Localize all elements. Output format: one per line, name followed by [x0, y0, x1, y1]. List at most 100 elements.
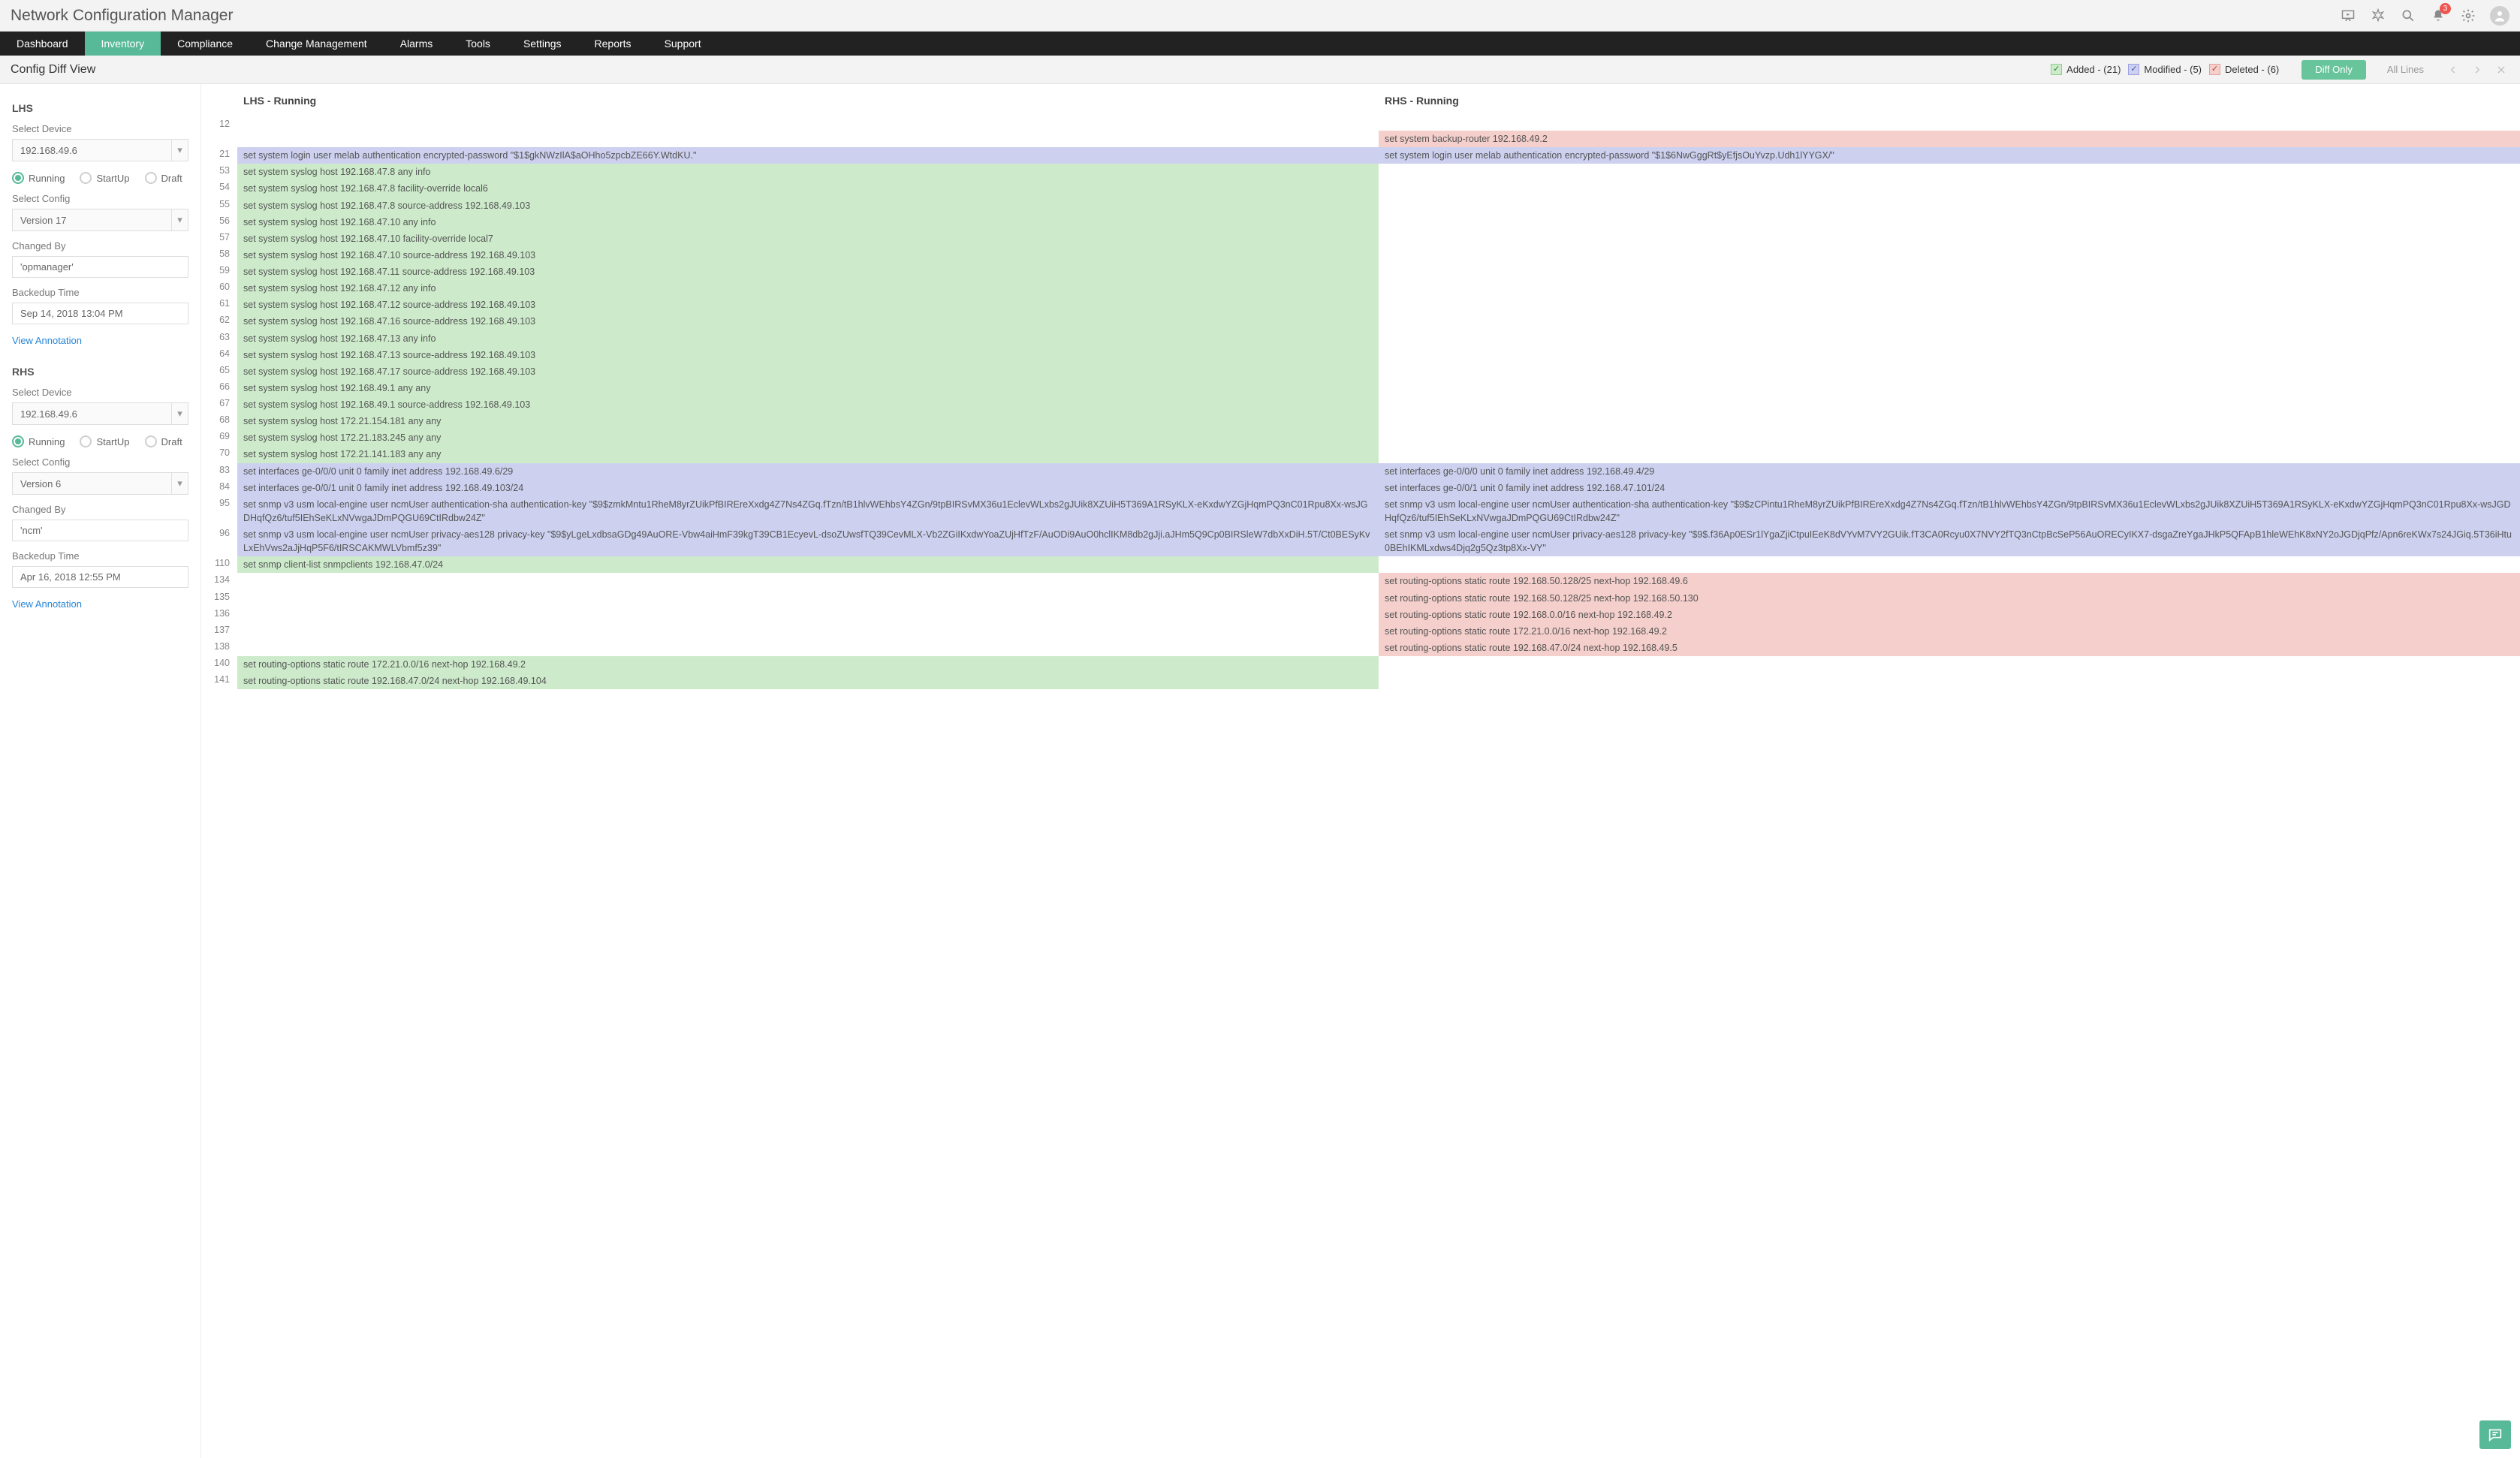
line-number: 66 — [201, 380, 237, 396]
rhs-cell — [1379, 673, 2520, 689]
nav-item-inventory[interactable]: Inventory — [85, 32, 161, 56]
rhs-cell — [1379, 180, 2520, 197]
diff-only-button[interactable]: Diff Only — [2301, 60, 2366, 80]
diff-panel: LHS - Running RHS - Running 12 set syste… — [201, 84, 2520, 1458]
presentation-icon[interactable] — [2340, 8, 2356, 24]
topbar-icons: 3 — [2340, 6, 2509, 26]
user-avatar[interactable] — [2490, 6, 2509, 26]
lhs-cell: set system syslog host 172.21.141.183 an… — [237, 446, 1379, 462]
diff-row: 69set system syslog host 172.21.183.245 … — [201, 429, 2520, 446]
close-icon[interactable] — [2493, 62, 2509, 78]
line-number: 61 — [201, 297, 237, 313]
lhs-cell: set system syslog host 192.168.47.12 any… — [237, 280, 1379, 297]
lhs-radio-running[interactable]: Running — [12, 172, 65, 184]
page-title: Config Diff View — [11, 63, 2051, 77]
rhs-title: RHS — [12, 366, 188, 378]
rhs-view-annotation-link[interactable]: View Annotation — [12, 598, 82, 610]
prev-diff-icon[interactable] — [2445, 62, 2461, 78]
lhs-cell: set interfaces ge-0/0/0 unit 0 family in… — [237, 463, 1379, 480]
rhs-cell — [1379, 164, 2520, 180]
line-number: 138 — [201, 640, 237, 656]
nav-item-compliance[interactable]: Compliance — [161, 32, 249, 56]
rhs-device-dropdown[interactable]: 192.168.49.6 ▾ — [12, 402, 188, 425]
rhs-config-dropdown[interactable]: Version 6 ▾ — [12, 472, 188, 495]
header-rhs: RHS - Running — [1379, 95, 2520, 107]
nav-item-change-management[interactable]: Change Management — [249, 32, 384, 56]
lhs-cell: set system syslog host 192.168.47.8 sour… — [237, 197, 1379, 214]
diff-row: 58set system syslog host 192.168.47.10 s… — [201, 247, 2520, 264]
rhs-backedup-label: Backedup Time — [12, 550, 188, 562]
rhs-cell — [1379, 280, 2520, 297]
quick-launch-icon[interactable] — [2370, 8, 2386, 24]
line-number: 65 — [201, 363, 237, 380]
all-lines-button[interactable]: All Lines — [2374, 60, 2437, 80]
topbar: Network Configuration Manager 3 — [0, 0, 2520, 32]
rhs-cell: set system login user melab authenticati… — [1379, 147, 2520, 164]
next-diff-icon[interactable] — [2469, 62, 2485, 78]
lhs-cell: set system syslog host 192.168.47.12 sou… — [237, 297, 1379, 313]
settings-icon[interactable] — [2460, 8, 2476, 24]
diff-row: 68set system syslog host 172.21.154.181 … — [201, 413, 2520, 429]
nav-item-dashboard[interactable]: Dashboard — [0, 32, 85, 56]
search-icon[interactable] — [2400, 8, 2416, 24]
nav-item-reports[interactable]: Reports — [578, 32, 648, 56]
diff-column-headers: LHS - Running RHS - Running — [201, 84, 2520, 114]
rhs-cell: set snmp v3 usm local-engine user ncmUse… — [1379, 496, 2520, 526]
line-number: 58 — [201, 247, 237, 264]
lhs-view-annotation-link[interactable]: View Annotation — [12, 335, 82, 346]
rhs-cell — [1379, 247, 2520, 264]
nav-item-tools[interactable]: Tools — [449, 32, 507, 56]
legend-modified-label: Modified - (5) — [2144, 64, 2202, 75]
line-number: 135 — [201, 590, 237, 607]
radio-label: Draft — [161, 173, 182, 184]
rhs-radio-startup[interactable]: StartUp — [80, 435, 129, 447]
diff-row: 138set routing-options static route 192.… — [201, 640, 2520, 656]
diff-row: 55set system syslog host 192.168.47.8 so… — [201, 197, 2520, 214]
rhs-cell — [1379, 330, 2520, 347]
lhs-cell: set snmp v3 usm local-engine user ncmUse… — [237, 496, 1379, 526]
notifications-icon[interactable]: 3 — [2430, 8, 2446, 24]
line-number — [201, 131, 237, 147]
sidebar: LHS Select Device 192.168.49.6 ▾ Running… — [0, 84, 201, 1458]
line-number: 140 — [201, 656, 237, 673]
notification-badge: 3 — [2440, 3, 2451, 14]
diff-row: 59set system syslog host 192.168.47.11 s… — [201, 264, 2520, 280]
radio-icon — [12, 172, 24, 184]
line-number: 62 — [201, 313, 237, 330]
line-number: 136 — [201, 607, 237, 623]
diff-row: 95set snmp v3 usm local-engine user ncmU… — [201, 496, 2520, 526]
lhs-cell: set system syslog host 192.168.47.10 fac… — [237, 230, 1379, 247]
chat-fab[interactable] — [2479, 1420, 2511, 1449]
nav-item-support[interactable]: Support — [648, 32, 718, 56]
lhs-device-dropdown[interactable]: 192.168.49.6 ▾ — [12, 139, 188, 161]
lhs-config-dropdown[interactable]: Version 17 ▾ — [12, 209, 188, 231]
rhs-cell: set routing-options static route 172.21.… — [1379, 623, 2520, 640]
rhs-cell — [1379, 429, 2520, 446]
rhs-device-value: 192.168.49.6 — [20, 408, 77, 420]
rhs-cell — [1379, 313, 2520, 330]
lhs-cell — [237, 607, 1379, 623]
legend-added[interactable]: ✓Added - (21) — [2051, 64, 2121, 75]
subheader: Config Diff View ✓Added - (21) ✓Modified… — [0, 56, 2520, 84]
nav-item-alarms[interactable]: Alarms — [384, 32, 450, 56]
lhs-radio-draft[interactable]: Draft — [145, 172, 182, 184]
line-number: 55 — [201, 197, 237, 214]
chevron-down-icon: ▾ — [171, 473, 188, 494]
nav-item-settings[interactable]: Settings — [507, 32, 578, 56]
lhs-device-value: 192.168.49.6 — [20, 145, 77, 156]
diff-row: 134set routing-options static route 192.… — [201, 573, 2520, 589]
rhs-cell: set interfaces ge-0/0/1 unit 0 family in… — [1379, 480, 2520, 496]
rhs-cell — [1379, 197, 2520, 214]
rhs-radio-draft[interactable]: Draft — [145, 435, 182, 447]
line-number: 59 — [201, 264, 237, 280]
diff-spacer-row: 12 — [201, 117, 2520, 131]
rhs-backedup-value: Apr 16, 2018 12:55 PM — [12, 566, 188, 588]
legend-modified[interactable]: ✓Modified - (5) — [2128, 64, 2202, 75]
lhs-cell: set system syslog host 192.168.47.13 any… — [237, 330, 1379, 347]
rhs-cell — [1379, 556, 2520, 573]
legend-deleted[interactable]: ✓Deleted - (6) — [2209, 64, 2279, 75]
rhs-radio-running[interactable]: Running — [12, 435, 65, 447]
lhs-radio-startup[interactable]: StartUp — [80, 172, 129, 184]
lhs-cell: set system syslog host 192.168.47.10 sou… — [237, 247, 1379, 264]
lhs-cell: set interfaces ge-0/0/1 unit 0 family in… — [237, 480, 1379, 496]
